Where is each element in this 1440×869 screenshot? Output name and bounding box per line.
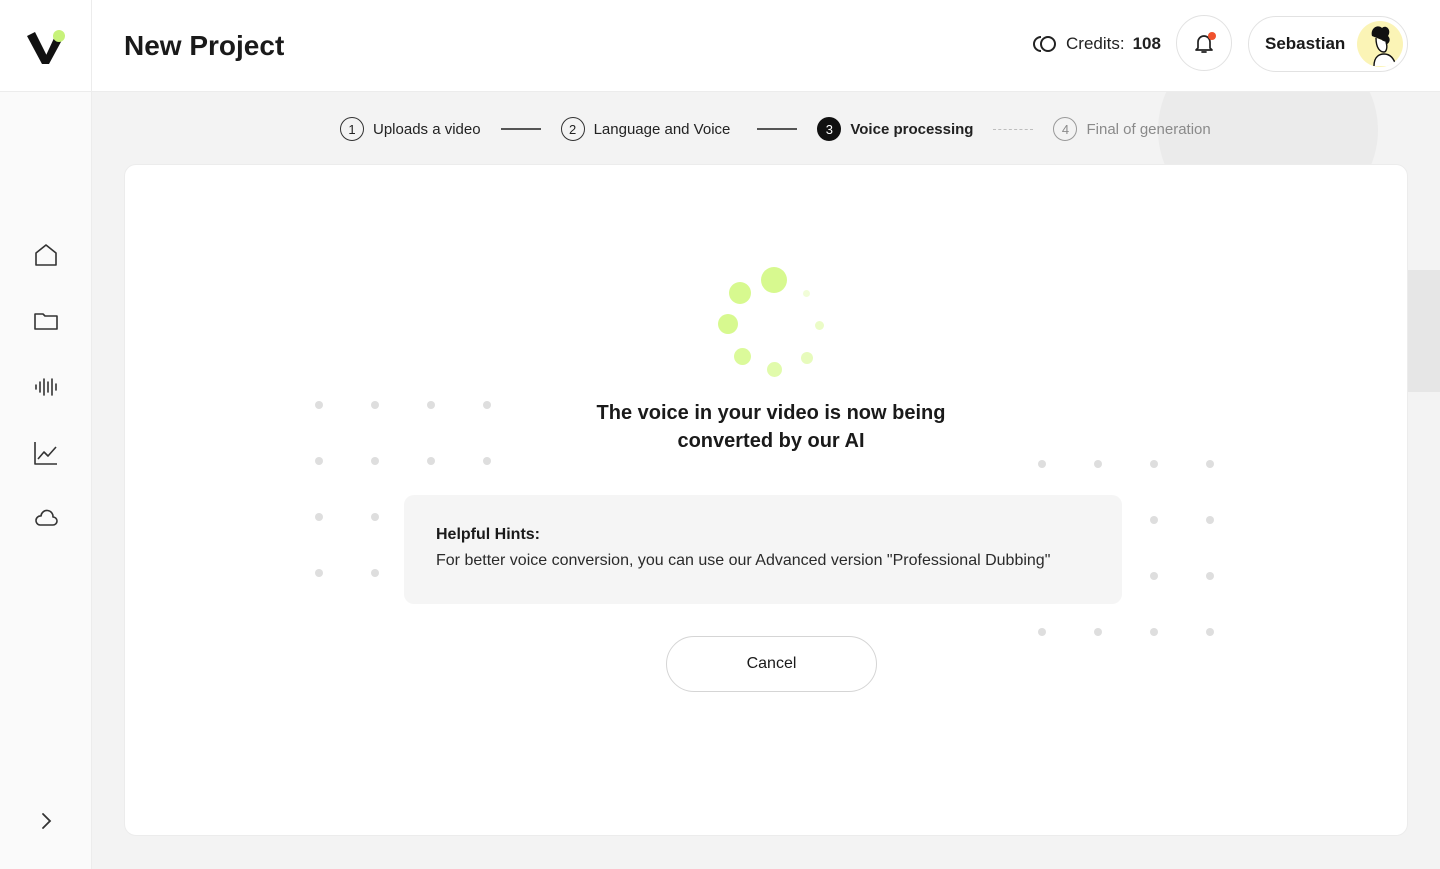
loading-spinner — [705, 260, 845, 390]
user-name: Sebastian — [1265, 34, 1346, 53]
step-final-generation: 4 Final of generation — [1053, 117, 1211, 141]
waveform-icon — [34, 378, 57, 396]
cancel-button[interactable]: Cancel — [666, 636, 877, 692]
app-logo[interactable] — [0, 0, 91, 92]
credits-label: Credits: — [1066, 34, 1125, 53]
avatar-illustration-icon — [1371, 26, 1397, 66]
step-label: Voice processing — [850, 120, 974, 138]
processing-status-text: The voice in your video is now being con… — [485, 399, 1057, 455]
hints-title: Helpful Hints: — [436, 526, 540, 543]
step-connector — [993, 128, 1034, 130]
step-connector — [757, 128, 798, 130]
helpful-hints-box: Helpful Hints: For better voice conversi… — [404, 495, 1122, 604]
credits-display: Credits: 108 — [1032, 34, 1161, 54]
step-number: 3 — [817, 117, 842, 141]
page-title: New Project — [124, 30, 285, 61]
sidebar-expand-button[interactable] — [0, 800, 91, 842]
step-language-voice: 2 Language and Voice — [560, 117, 731, 141]
sidebar-item-analytics[interactable] — [0, 420, 91, 486]
sidebar-item-home[interactable] — [0, 222, 91, 288]
logo-icon — [26, 29, 65, 64]
status-line-2: converted by our AI — [677, 430, 865, 452]
chart-icon — [33, 442, 57, 465]
step-label: Final of generation — [1086, 120, 1211, 138]
folder-icon — [33, 313, 58, 330]
sidebar-item-audio[interactable] — [0, 354, 91, 420]
user-menu-button[interactable]: Sebastian — [1248, 16, 1408, 72]
status-line-1: The voice in your video is now being — [596, 402, 946, 424]
step-number: 1 — [340, 117, 364, 141]
step-number: 4 — [1053, 117, 1078, 141]
credits-value: 108 — [1132, 34, 1161, 53]
home-icon — [34, 244, 57, 266]
avatar — [1357, 21, 1403, 67]
step-upload: 1 Uploads a video — [340, 117, 481, 141]
progress-stepper: 1 Uploads a video 2 Language and Voice 3… — [340, 116, 1211, 142]
notification-badge — [1208, 32, 1216, 40]
sidebar-nav — [0, 222, 91, 552]
cloud-icon — [34, 509, 58, 526]
step-number: 2 — [560, 117, 585, 141]
credits-icon — [1033, 36, 1056, 52]
sidebar-item-projects[interactable] — [0, 288, 91, 354]
top-header: New Project Credits: 108 Sebastian — [92, 0, 1440, 92]
sidebar-item-cloud[interactable] — [0, 486, 91, 552]
notifications-button[interactable] — [1176, 15, 1232, 71]
sidebar — [0, 0, 92, 869]
step-label: Uploads a video — [373, 120, 481, 138]
step-label: Language and Voice — [593, 120, 731, 138]
hints-text: For better voice conversion, you can use… — [436, 552, 1051, 569]
processing-card: The voice in your video is now being con… — [124, 164, 1408, 836]
background-decoration-side — [1408, 270, 1440, 392]
chevron-right-icon — [41, 813, 51, 829]
step-connector — [500, 128, 541, 130]
step-voice-processing: 3 Voice processing — [817, 117, 973, 141]
